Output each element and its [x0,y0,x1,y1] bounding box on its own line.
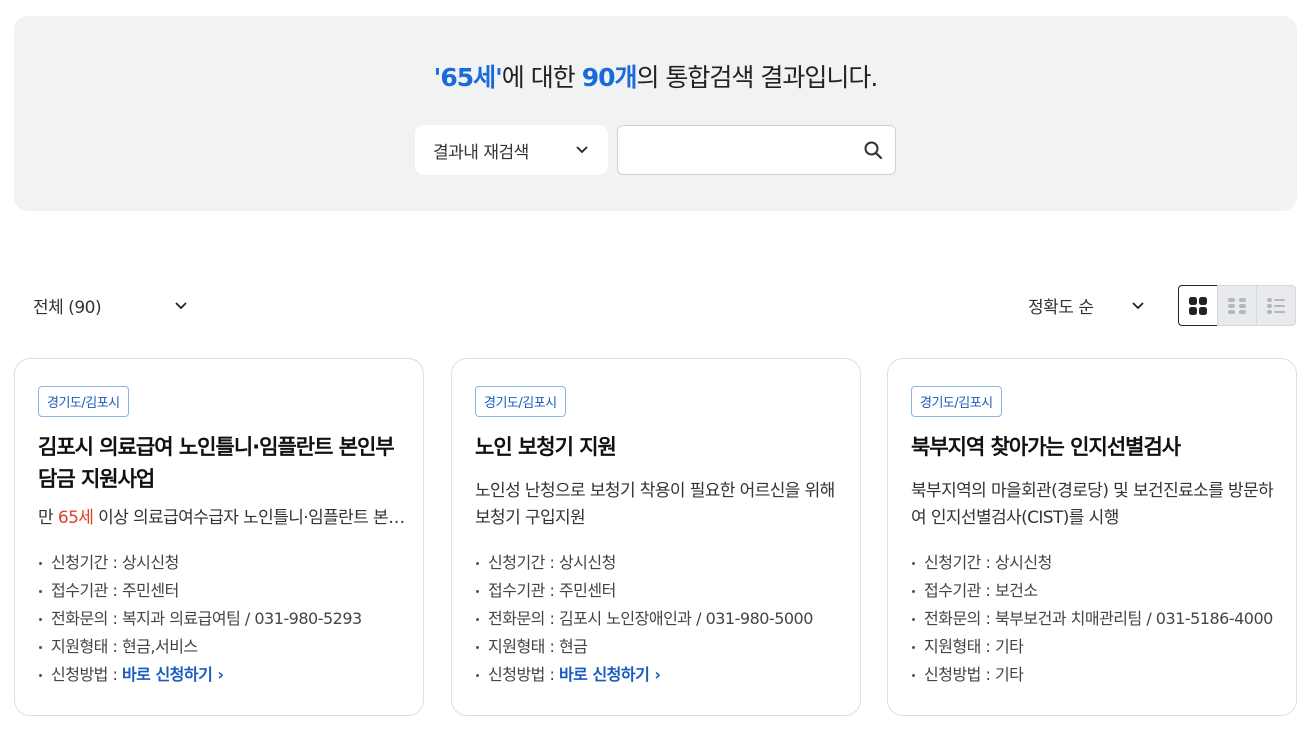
grid-small-icon [1228,297,1246,314]
search-panel: '65세'에 대한 90개의 통합검색 결과입니다. 결과내 재검색 [14,16,1297,211]
region-tag: 경기도/김포시 [38,386,129,417]
desc-keyword-highlight: 65세 [57,508,94,528]
result-card[interactable]: 경기도/김포시 북부지역 찾아가는 인지선별검사 북부지역의 마을회관(경로당)… [887,358,1297,716]
card-title[interactable]: 김포시 의료급여 노인틀니·임플란트 본인부담금 지원사업 [38,431,398,495]
search-input[interactable] [618,126,848,172]
info-type: 지원형태 : 기타 [911,633,1283,661]
search-scope-select[interactable]: 결과내 재검색 [415,125,608,175]
card-info-list: 신청기간 : 상시신청 접수기관 : 주민센터 전화문의 : 복지과 의료급여팀… [38,549,410,689]
info-period: 신청기간 : 상시신청 [38,549,410,577]
chevron-down-icon [175,302,187,310]
summary-text: 에 대한 [501,63,582,92]
region-tag: 경기도/김포시 [475,386,566,417]
info-agency: 접수기관 : 주민센터 [38,577,410,605]
view-grid-small-button[interactable] [1217,285,1257,326]
search-keyword: '65세' [433,63,503,92]
sort-select[interactable]: 정확도 순 [1028,292,1150,318]
card-title[interactable]: 북부지역 찾아가는 인지선별검사 [911,431,1271,463]
search-icon[interactable] [863,140,883,160]
search-scope-label: 결과내 재검색 [433,142,529,163]
category-filter-select[interactable]: 전체 (90) [33,292,193,318]
info-method: 신청방법 : 기타 [911,661,1283,689]
card-info-list: 신청기간 : 상시신청 접수기관 : 보건소 전화문의 : 북부보건과 치매관리… [911,549,1283,689]
info-phone: 전화문의 : 김포시 노인장애인과 / 031-980-5000 [475,605,847,633]
info-method: 신청방법 : 바로 신청하기 › [475,661,847,689]
card-description: 만 65세 이상 의료급여수급자 노인틀니·임플란트 본인부담금 지원 [38,505,410,532]
info-method: 신청방법 : 바로 신청하기 › [38,661,410,689]
desc-text: 만 [38,508,58,528]
result-count: 90개 [581,63,638,92]
info-type: 지원형태 : 현금,서비스 [38,633,410,661]
info-phone: 전화문의 : 북부보건과 치매관리팀 / 031-5186-4000 [911,605,1283,633]
chevron-down-icon [576,146,588,154]
info-phone: 전화문의 : 복지과 의료급여팀 / 031-980-5293 [38,605,410,633]
summary-text-end: 의 통합검색 결과입니다. [636,63,878,92]
result-card[interactable]: 경기도/김포시 김포시 의료급여 노인틀니·임플란트 본인부담금 지원사업 만 … [14,358,424,716]
info-agency: 접수기관 : 주민센터 [475,577,847,605]
category-filter-label: 전체 (90) [33,297,102,318]
view-grid-large-button[interactable] [1178,285,1218,326]
apply-link[interactable]: 바로 신청하기 › [122,665,224,684]
apply-link[interactable]: 바로 신청하기 › [559,665,661,684]
region-tag: 경기도/김포시 [911,386,1002,417]
list-icon [1267,297,1285,314]
chevron-down-icon [1132,302,1144,310]
info-method-label: 신청방법 : [488,665,559,684]
view-list-button[interactable] [1256,285,1296,326]
card-description: 노인성 난청으로 보청기 착용이 필요한 어르신을 위해 보청기 구입지원 [475,481,835,528]
info-period: 신청기간 : 상시신청 [911,549,1283,577]
info-method-label: 신청방법 : [51,665,122,684]
info-period: 신청기간 : 상시신청 [475,549,847,577]
info-type: 지원형태 : 현금 [475,633,847,661]
search-box [617,125,896,175]
desc-text: 이상 의료급여수급자 노인틀니·임플란트 본인부담금 지원 [98,508,410,528]
grid-large-icon [1189,296,1207,315]
result-summary: '65세'에 대한 90개의 통합검색 결과입니다. [14,58,1297,94]
card-info-list: 신청기간 : 상시신청 접수기관 : 주민센터 전화문의 : 김포시 노인장애인… [475,549,847,689]
view-mode-toggle [1178,285,1297,326]
info-agency: 접수기관 : 보건소 [911,577,1283,605]
sort-label: 정확도 순 [1028,297,1094,318]
card-description: 북부지역의 마을회관(경로당) 및 보건진료소를 방문하여 인지선별검사(CIS… [911,481,1274,528]
result-card[interactable]: 경기도/김포시 노인 보청기 지원 노인성 난청으로 보청기 착용이 필요한 어… [451,358,861,716]
card-title[interactable]: 노인 보청기 지원 [475,431,835,463]
